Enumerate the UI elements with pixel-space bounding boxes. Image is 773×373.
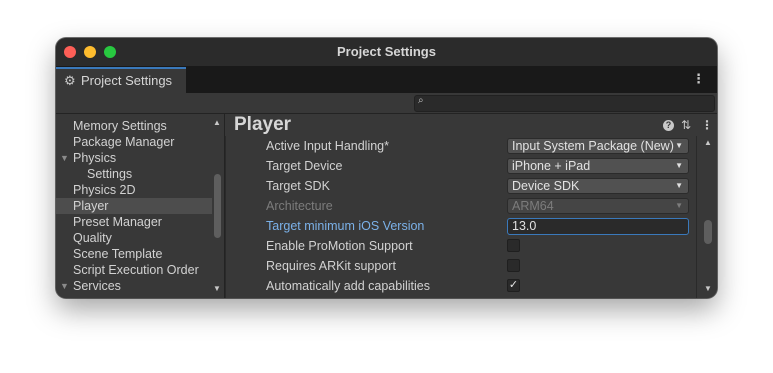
setting-label: Automatically add capabilities — [266, 279, 430, 293]
sidebar-item-label: Physics — [73, 151, 117, 165]
setting-checkbox[interactable] — [507, 239, 520, 252]
scroll-down-arrow-icon[interactable]: ▼ — [213, 284, 221, 293]
setting-dropdown: ARM64 ▼ — [507, 198, 689, 214]
setting-row: Requires ARKit support — [226, 256, 698, 276]
chevron-down-icon: ▼ — [675, 181, 683, 190]
sidebar-item[interactable]: ▼ Services — [56, 278, 212, 294]
setting-row: Target SDK Device SDK ▼ — [226, 176, 698, 196]
tab-label: Project Settings — [81, 73, 173, 88]
setting-dropdown[interactable]: iPhone + iPad ▼ — [507, 158, 689, 174]
chevron-down-icon: ▼ — [675, 201, 683, 210]
sidebar-item[interactable]: Physics 2D — [56, 182, 212, 198]
sidebar-item-label: Services — [73, 279, 121, 293]
setting-checkbox[interactable] — [507, 259, 520, 272]
sidebar-item[interactable]: ▼ Physics — [56, 150, 212, 166]
setting-label: Target SDK — [266, 179, 330, 193]
setting-dropdown[interactable]: Input System Package (New) ▼ — [507, 138, 689, 154]
scroll-up-arrow-icon[interactable]: ▲ — [704, 138, 712, 147]
sidebar-item[interactable]: Package Manager — [56, 134, 212, 150]
setting-row: Target Device iPhone + iPad ▼ — [226, 156, 698, 176]
divider — [696, 136, 697, 298]
panel-scroll-thumb[interactable] — [704, 220, 712, 244]
setting-label: Enable ProMotion Support — [266, 239, 413, 253]
chevron-down-icon: ▼ — [675, 141, 683, 150]
setting-checkbox[interactable]: ✓ — [507, 279, 520, 292]
sidebar-item-label: Settings — [87, 167, 133, 181]
sidebar-item[interactable]: Script Execution Order — [56, 262, 212, 278]
window-menu-icon[interactable]: ⋮ — [692, 71, 705, 87]
tab-bar: ⚙ Project Settings ⋮ — [56, 66, 717, 93]
sidebar-item[interactable]: Preset Manager — [56, 214, 212, 230]
sidebar-item-label: Physics 2D — [73, 183, 136, 197]
setting-dropdown[interactable]: Device SDK ▼ — [507, 178, 689, 194]
field-value: 13.0 — [512, 219, 537, 233]
sidebar-item[interactable]: Memory Settings — [56, 118, 212, 134]
help-icon[interactable]: ? — [663, 120, 674, 131]
sidebar-item-label: Script Execution Order — [73, 263, 199, 277]
setting-label: Active Input Handling* — [266, 139, 389, 153]
sidebar-item[interactable]: Player — [56, 198, 212, 214]
dropdown-value: ARM64 — [512, 199, 554, 213]
setting-row: Target minimum iOS Version 13.0 — [226, 216, 698, 236]
more-options-icon[interactable]: ⋮ — [701, 118, 713, 132]
sidebar-item-label: Scene Template — [73, 247, 163, 261]
sidebar-scroll-thumb[interactable] — [214, 174, 221, 238]
setting-label: Target Device — [266, 159, 343, 173]
sidebar-item[interactable]: Scene Template — [56, 246, 212, 262]
chevron-down-icon: ▼ — [675, 161, 683, 170]
window-title: Project Settings — [337, 44, 436, 59]
panel-scrollbar[interactable]: ▲ ▼ — [701, 136, 715, 298]
scroll-down-arrow-icon[interactable]: ▼ — [704, 284, 712, 293]
expand-arrow-icon[interactable]: ▼ — [60, 278, 69, 294]
setting-row: Enable ProMotion Support — [226, 236, 698, 256]
sidebar-scrollbar[interactable]: ▲ ▼ — [211, 114, 224, 298]
sidebar-item-label: Memory Settings — [73, 119, 167, 133]
search-icon: ⌕ — [418, 95, 424, 106]
setting-row: Active Input Handling* Input System Packa… — [226, 136, 698, 156]
dropdown-value: Input System Package (New) — [512, 139, 674, 153]
title-bar[interactable]: Project Settings — [56, 38, 717, 66]
page-title: Player — [234, 114, 292, 135]
sidebar-item-label: Player — [73, 199, 109, 213]
setting-row: Architecture ARM64 ▼ — [226, 196, 698, 216]
dropdown-value: Device SDK — [512, 179, 580, 193]
scroll-up-arrow-icon[interactable]: ▲ — [213, 118, 221, 127]
sidebar-item-label: Preset Manager — [73, 215, 162, 229]
search-input[interactable]: ⌕ — [414, 95, 715, 112]
settings-sidebar: Memory Settings Package Manager ▼ Physics Se… — [56, 114, 225, 298]
setting-label: Target minimum iOS Version — [266, 219, 425, 233]
ios-version-field[interactable]: 13.0 — [507, 218, 689, 235]
gear-icon: ⚙ — [64, 73, 76, 88]
panel-header: Player ? ⇅ ⋮ — [225, 114, 717, 136]
setting-row: Automatically add capabilities ✓ — [226, 276, 698, 296]
dropdown-value: iPhone + iPad — [512, 159, 591, 173]
player-settings-panel: Player ? ⇅ ⋮ Active Input Handling* Input… — [225, 114, 717, 298]
expand-arrow-icon[interactable]: ▼ — [60, 150, 69, 166]
sidebar-item[interactable]: Settings — [56, 166, 212, 182]
sidebar-item-label: Package Manager — [73, 135, 175, 149]
search-bar: ⌕ — [56, 93, 717, 114]
setting-label: Requires ARKit support — [266, 259, 396, 273]
settings-rows: Active Input Handling* Input System Packa… — [225, 136, 698, 298]
sidebar-item-label: Quality — [73, 231, 112, 245]
presets-icon[interactable]: ⇅ — [681, 118, 691, 132]
tab-project-settings[interactable]: ⚙ Project Settings — [56, 67, 186, 93]
sidebar-item[interactable]: Quality — [56, 230, 212, 246]
project-settings-window: Project Settings ⚙ Project Settings ⋮ ⌕ … — [56, 38, 717, 298]
checkmark-icon: ✓ — [508, 279, 519, 291]
setting-label: Architecture — [266, 199, 333, 213]
